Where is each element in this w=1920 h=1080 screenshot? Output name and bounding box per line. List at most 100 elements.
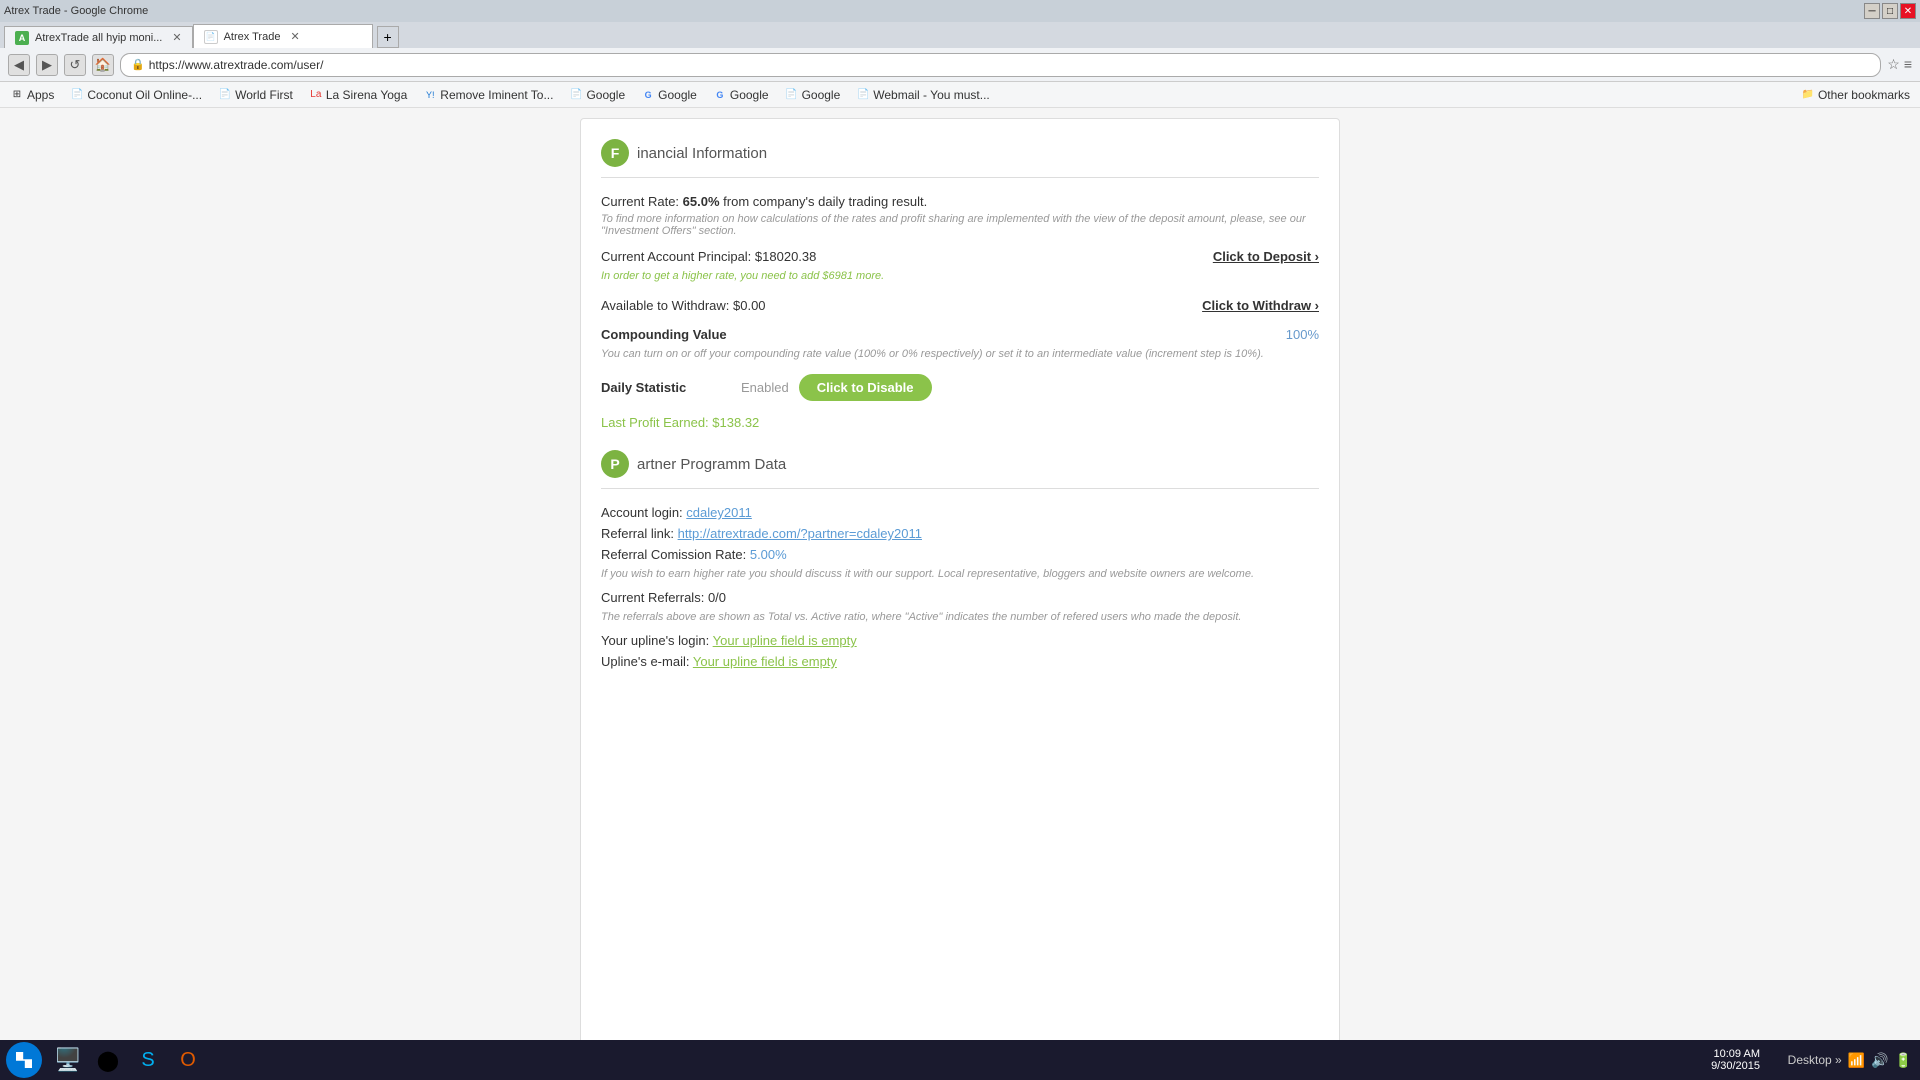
address-text: https://www.atrextrade.com/user/	[149, 58, 324, 72]
withdraw-value: $0.00	[733, 298, 766, 313]
nav-bar: ◀ ▶ ↺ 🏠 🔒 https://www.atrextrade.com/use…	[0, 48, 1920, 82]
bookmark-webmail[interactable]: 📄 Webmail - You must...	[852, 86, 994, 104]
maximize-button[interactable]: □	[1882, 3, 1898, 19]
tabs-bar: A AtrexTrade all hyip moni... ✕ 📄 Atrex …	[0, 22, 1920, 48]
bookmark-remove[interactable]: Y! Remove Iminent To...	[419, 86, 557, 104]
tab-favicon-1: A	[15, 31, 29, 45]
tab-1[interactable]: A AtrexTrade all hyip moni... ✕	[4, 26, 193, 48]
compounding-row: Compounding Value 100%	[601, 327, 1319, 342]
upline-login-value: Your upline field is empty	[713, 633, 857, 648]
start-button[interactable]	[6, 1042, 42, 1078]
page-icon-3: La	[309, 88, 323, 102]
tab-close-1[interactable]: ✕	[172, 31, 181, 44]
last-profit-row: Last Profit Earned: $138.32	[601, 415, 1319, 430]
taskbar-chrome[interactable]: ⬤	[90, 1042, 126, 1078]
taskbar-app-1[interactable]: 🖥️	[50, 1042, 86, 1078]
referrals-label: Current Referrals:	[601, 590, 704, 605]
principal-label: Current Account Principal:	[601, 249, 751, 264]
rate-note: To find more information on how calculat…	[601, 213, 1319, 237]
partner-section-title: artner Programm Data	[637, 456, 786, 473]
bookmark-google2[interactable]: G Google	[637, 86, 701, 104]
compounding-note: You can turn on or off your compounding …	[601, 348, 1319, 360]
bookmark-coconut-label: Coconut Oil Online-...	[87, 88, 202, 102]
bookmark-worldfirst[interactable]: 📄 World First	[214, 86, 297, 104]
current-rate-row: Current Rate: 65.0% from company's daily…	[601, 194, 1319, 237]
content-box: F inancial Information Current Rate: 65.…	[580, 118, 1340, 1070]
google-icon-2: G	[641, 88, 655, 102]
taskbar-tray: Desktop » 📶 🔊 🔋	[1788, 1052, 1912, 1069]
back-button[interactable]: ◀	[8, 54, 30, 76]
google-icon-4: 📄	[785, 88, 799, 102]
page-icon-1: 📄	[70, 88, 84, 102]
commission-label: Referral Comission Rate:	[601, 547, 746, 562]
last-profit-label: Last Profit Earned:	[601, 415, 709, 430]
taskbar-skype[interactable]: S	[130, 1042, 166, 1078]
bookmark-google1[interactable]: 📄 Google	[565, 86, 629, 104]
forward-button[interactable]: ▶	[36, 54, 58, 76]
principal-field: Current Account Principal: $18020.38	[601, 249, 816, 264]
upline-email-label: Upline's e-mail:	[601, 654, 689, 669]
bookmark-google2-label: Google	[658, 88, 697, 102]
tray-volume-icon: 🔊	[1871, 1052, 1888, 1069]
bookmark-google4[interactable]: 📄 Google	[781, 86, 845, 104]
deposit-link[interactable]: Click to Deposit ›	[1213, 249, 1319, 264]
principal-row: Current Account Principal: $18020.38 Cli…	[601, 249, 1319, 264]
principal-value: $18020.38	[755, 249, 816, 264]
tab-2[interactable]: 📄 Atrex Trade ✕	[193, 24, 373, 48]
commission-row: Referral Comission Rate: 5.00%	[601, 547, 1319, 562]
page-icon-5: 📄	[856, 88, 870, 102]
bookmark-webmail-label: Webmail - You must...	[873, 88, 990, 102]
address-bar[interactable]: 🔒 https://www.atrextrade.com/user/	[120, 53, 1881, 77]
tab-title-2: Atrex Trade	[224, 31, 281, 43]
reload-button[interactable]: ↺	[64, 54, 86, 76]
tab-close-2[interactable]: ✕	[290, 30, 299, 43]
add-note: In order to get a higher rate, you need …	[601, 270, 1319, 282]
settings-icon[interactable]: ≡	[1904, 56, 1912, 73]
disable-button[interactable]: Click to Disable	[799, 374, 932, 401]
folder-icon: 📁	[1801, 88, 1815, 102]
upline-email-value[interactable]: Your upline field is empty	[693, 654, 837, 669]
home-button[interactable]: 🏠	[92, 54, 114, 76]
withdraw-link[interactable]: Click to Withdraw ›	[1202, 298, 1319, 313]
lock-icon: 🔒	[131, 58, 145, 71]
taskbar-time: 10:09 AM	[1711, 1048, 1760, 1060]
bookmark-google4-label: Google	[802, 88, 841, 102]
page-wrapper: F inancial Information Current Rate: 65.…	[0, 108, 1920, 1080]
commission-value: 5.00%	[750, 547, 787, 562]
bookmark-google3[interactable]: G Google	[709, 86, 773, 104]
last-profit-value: $138.32	[712, 415, 759, 430]
current-rate-label: Current Rate:	[601, 194, 679, 209]
referrals-row: Current Referrals: 0/0	[601, 590, 1319, 605]
current-rate: Current Rate: 65.0% from company's daily…	[601, 194, 1319, 209]
new-tab-button[interactable]: +	[377, 26, 399, 48]
bookmark-coconut[interactable]: 📄 Coconut Oil Online-...	[66, 86, 206, 104]
partner-section: P artner Programm Data Account login: cd…	[601, 450, 1319, 669]
referral-link-value[interactable]: http://atrextrade.com/?partner=cdaley201…	[678, 526, 922, 541]
bookmark-yoga[interactable]: La La Sirena Yoga	[305, 86, 411, 104]
page-icon-2: 📄	[218, 88, 232, 102]
compounding-label: Compounding Value	[601, 327, 1286, 342]
bookmarks-bar: ⊞ Apps 📄 Coconut Oil Online-... 📄 World …	[0, 82, 1920, 108]
desktop-label[interactable]: Desktop »	[1788, 1053, 1842, 1067]
partner-login-label: Account login:	[601, 505, 683, 520]
google-icon-1: 📄	[569, 88, 583, 102]
compounding-value: 100%	[1286, 327, 1319, 342]
upline-login-label: Your upline's login:	[601, 633, 709, 648]
minimize-button[interactable]: ─	[1864, 3, 1880, 19]
bookmark-apps[interactable]: ⊞ Apps	[6, 86, 58, 104]
title-bar: Atrex Trade - Google Chrome ─ □ ✕	[0, 0, 1920, 22]
bookmark-other[interactable]: 📁 Other bookmarks	[1797, 86, 1914, 104]
close-button[interactable]: ✕	[1900, 3, 1916, 19]
taskbar-app-4[interactable]: O	[170, 1042, 206, 1078]
star-icon[interactable]: ☆	[1887, 56, 1900, 73]
current-rate-value: 65.0%	[683, 194, 720, 209]
windows-icon	[16, 1052, 32, 1068]
bookmark-google1-label: Google	[586, 88, 625, 102]
partner-login-row: Account login: cdaley2011	[601, 505, 1319, 520]
bookmark-worldfirst-label: World First	[235, 88, 293, 102]
daily-stat-row: Daily Statistic Enabled Click to Disable	[601, 374, 1319, 401]
partner-note: If you wish to earn higher rate you shou…	[601, 568, 1319, 580]
withdraw-label: Available to Withdraw:	[601, 298, 729, 313]
bookmark-remove-label: Remove Iminent To...	[440, 88, 553, 102]
partner-login-value[interactable]: cdaley2011	[686, 505, 752, 520]
